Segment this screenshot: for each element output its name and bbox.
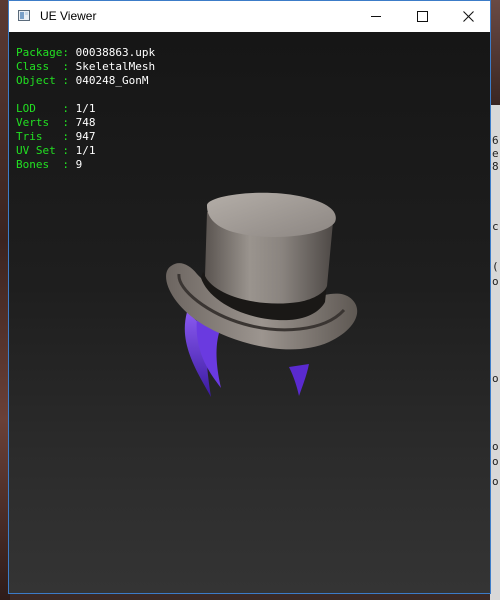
background-text-fragment: 8 <box>492 160 499 173</box>
maximize-button[interactable] <box>399 1 445 32</box>
stat-row-uvset: UV Set : 1/1 <box>16 144 155 158</box>
stat-row-verts: Verts : 748 <box>16 116 155 130</box>
stat-label: Bones <box>16 158 63 171</box>
stat-label: Tris <box>16 130 63 143</box>
background-text-fragment: o <box>492 455 499 468</box>
stat-row-lod: LOD : 1/1 <box>16 102 155 116</box>
app-icon[interactable] <box>18 10 30 21</box>
info-row-object: Object : 040248_GonM <box>16 74 155 88</box>
background-text-fragment: o <box>492 275 499 288</box>
minimize-button[interactable] <box>353 1 399 32</box>
info-separator: : <box>62 46 76 59</box>
close-icon <box>462 11 474 22</box>
stat-label: Verts <box>16 116 63 129</box>
maximize-icon <box>416 11 428 22</box>
close-button[interactable] <box>445 1 491 32</box>
info-row-class: Class : SkeletalMesh <box>16 60 155 74</box>
title-bar[interactable]: UE Viewer <box>9 1 490 32</box>
ue-viewer-window: UE Viewer Package: 00038863.upk Class : … <box>8 0 491 594</box>
info-value: 00038863.upk <box>75 46 156 59</box>
stat-separator: : <box>62 144 76 157</box>
top-hat-mesh-render <box>166 192 358 397</box>
background-window-strip <box>490 0 500 105</box>
3d-viewport[interactable]: Package: 00038863.upk Class : SkeletalMe… <box>9 32 490 593</box>
info-separator: : <box>62 60 76 73</box>
info-value: 040248_GonM <box>75 74 149 87</box>
background-text-fragment: o <box>492 475 499 488</box>
stat-value: 748 <box>75 116 96 129</box>
info-value: SkeletalMesh <box>75 60 156 73</box>
info-label: Package <box>16 46 63 59</box>
stat-separator: : <box>62 158 76 171</box>
stat-value: 1/1 <box>75 144 96 157</box>
stat-row-bones: Bones : 9 <box>16 158 155 172</box>
stat-separator: : <box>62 102 76 115</box>
stat-value: 9 <box>75 158 83 171</box>
info-label: Class <box>16 60 63 73</box>
window-title: UE Viewer <box>40 9 97 23</box>
background-text-fragment: e <box>492 147 499 160</box>
mesh-info-overlay: Package: 00038863.upk Class : SkeletalMe… <box>16 46 155 172</box>
minimize-icon <box>371 16 381 17</box>
background-text-fragment: c <box>492 220 499 233</box>
stat-value: 947 <box>75 130 96 143</box>
info-label: Object <box>16 74 63 87</box>
stat-value: 1/1 <box>75 102 96 115</box>
stat-row-tris: Tris : 947 <box>16 130 155 144</box>
background-text-fragment: o <box>492 372 499 385</box>
stat-label: UV Set <box>16 144 63 157</box>
background-text-fragment: 6 <box>492 134 499 147</box>
desktop-background-right: 6 e 8 c ( o o o o o <box>490 0 500 600</box>
stat-separator: : <box>62 130 76 143</box>
info-row-package: Package: 00038863.upk <box>16 46 155 60</box>
stat-label: LOD <box>16 102 63 115</box>
info-separator: : <box>62 74 76 87</box>
stat-separator: : <box>62 116 76 129</box>
background-text-fragment: o <box>492 440 499 453</box>
background-text-fragment: ( <box>492 260 499 273</box>
